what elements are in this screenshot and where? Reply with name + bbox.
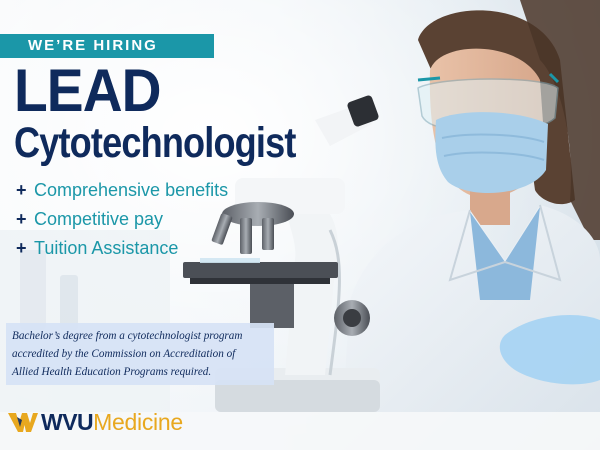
requirement-line: Allied Health Education Programs require… [12,366,212,378]
benefits-list: + Comprehensive benefits + Competitive p… [16,176,228,263]
flying-wv-icon [8,413,38,432]
wvu-medicine-logo: WVU Medicine [8,408,183,436]
brand-medicine: Medicine [93,408,183,435]
requirement-line: Bachelor’s degree from a cytotechnologis… [12,330,243,342]
benefit-item: + Comprehensive benefits [16,176,228,205]
plus-icon: + [16,238,27,258]
plus-icon: + [16,180,27,200]
benefit-text: Competitive pay [34,209,164,229]
hiring-banner: WE’RE HIRING [0,34,214,58]
benefit-text: Comprehensive benefits [34,180,229,200]
benefit-item: + Tuition Assistance [16,234,228,263]
title-role: Cytotechnologist [14,119,296,167]
requirement-line: accredited by the Commission on Accredit… [12,348,236,360]
title-lead: LEAD [14,57,162,124]
requirement-box: Bachelor’s degree from a cytotechnologis… [6,323,274,385]
benefit-text: Tuition Assistance [34,238,179,258]
benefit-item: + Competitive pay [16,205,228,234]
job-ad-canvas: WE’RE HIRING LEAD Cytotechnologist + Com… [0,0,600,450]
brand-wvu: WVU [41,408,94,435]
plus-icon: + [16,209,27,229]
